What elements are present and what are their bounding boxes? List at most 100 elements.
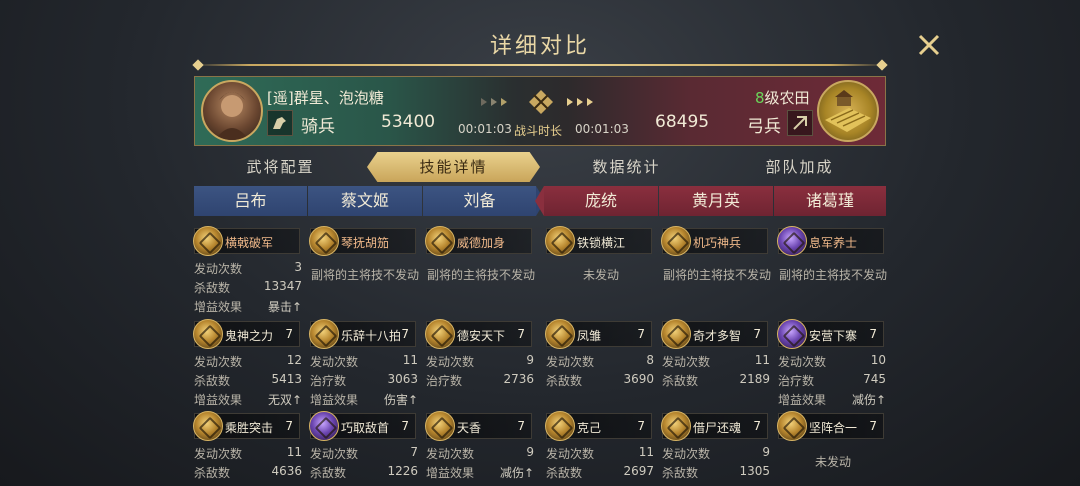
attacker-unit-type: 骑兵 — [301, 117, 335, 137]
tab-unit-bonus[interactable]: 部队加成 — [713, 152, 886, 182]
stat-label: 发动次数 — [310, 355, 359, 369]
skill-icon — [545, 226, 575, 256]
skill-badge[interactable]: 机巧神兵 — [661, 226, 768, 256]
title-divider — [194, 64, 886, 66]
skill-note: 副将的主将技不发动 — [310, 268, 419, 282]
stat-label: 杀敌数 — [194, 466, 231, 480]
stat-row: 发动次数 8 — [546, 353, 654, 370]
stat-value: 减伤↑ — [499, 466, 534, 480]
stat-row: 增益效果 无双↑ — [194, 391, 302, 408]
stat-value: 2697 — [623, 464, 654, 478]
stat-value: 1226 — [387, 464, 418, 478]
stat-value: 2189 — [739, 372, 770, 386]
skill-level: 7 — [753, 419, 761, 433]
skill-level: 7 — [753, 327, 761, 341]
skill-badge[interactable]: 铁锁横江 — [545, 226, 652, 256]
skill-badge[interactable]: 横戟破军 — [193, 226, 300, 256]
skill-name: 机巧神兵 — [693, 236, 742, 250]
skill-name: 铁锁横江 — [577, 236, 626, 250]
stat-label: 治疗数 — [310, 374, 347, 388]
skill-name: 奇才多智 — [693, 329, 742, 343]
stat-label: 杀敌数 — [662, 374, 699, 388]
skill-badge[interactable]: 凤雏 7 — [545, 319, 652, 349]
skill-badge[interactable]: 威德加身 — [425, 226, 532, 256]
skill-level: 7 — [869, 419, 877, 433]
stat-value: 13347 — [263, 279, 302, 293]
skill-name: 威德加身 — [457, 236, 506, 250]
skill-badge[interactable]: 鬼神之力 7 — [193, 319, 300, 349]
tab-skill-details[interactable]: 技能详情 — [367, 152, 540, 182]
skill-badge[interactable]: 坚阵合一 7 — [777, 411, 884, 441]
skill-badge[interactable]: 克己 7 — [545, 411, 652, 441]
stat-value: 11 — [754, 353, 770, 367]
skill-name: 凤雏 — [577, 329, 602, 343]
skill-badge[interactable]: 巧取敌首 7 — [309, 411, 416, 441]
stat-row: 增益效果 伤害↑ — [310, 391, 418, 408]
stat-label: 杀敌数 — [310, 466, 347, 480]
skill-badge[interactable]: 奇才多智 7 — [661, 319, 768, 349]
general-header-caiwenji: 蔡文姬 — [308, 186, 422, 216]
stat-label: 杀敌数 — [194, 374, 231, 388]
skill-badge[interactable]: 借尸还魂 7 — [661, 411, 768, 441]
skill-badge[interactable]: 天香 7 — [425, 411, 532, 441]
stat-label: 治疗数 — [778, 374, 815, 388]
stat-row: 杀敌数 1305 — [662, 464, 770, 481]
archer-icon — [787, 110, 813, 136]
stat-row: 发动次数 11 — [662, 353, 770, 370]
stat-row: 发动次数 9 — [426, 353, 534, 370]
stat-value: 9 — [526, 353, 534, 367]
skill-name: 克己 — [577, 421, 602, 435]
stat-row: 增益效果 暴击↑ — [194, 298, 302, 315]
stat-value: 5413 — [271, 372, 302, 386]
skill-badge[interactable]: 德安天下 7 — [425, 319, 532, 349]
stat-value: 1305 — [739, 464, 770, 478]
versus-icon — [481, 90, 593, 114]
battle-duration-label: 战斗时长 — [514, 124, 563, 138]
skill-level: 7 — [869, 327, 877, 341]
skill-level: 7 — [517, 419, 525, 433]
skill-icon — [661, 411, 691, 441]
skill-level: 7 — [285, 327, 293, 341]
skill-icon — [777, 226, 807, 256]
skill-icon — [425, 411, 455, 441]
close-button[interactable] — [914, 30, 944, 60]
general-header-lvbu: 吕布 — [194, 186, 307, 216]
stat-row: 杀敌数 1226 — [310, 464, 418, 481]
stat-row: 增益效果 减伤↑ — [778, 391, 886, 408]
tab-general-config[interactable]: 武将配置 — [194, 152, 367, 182]
stat-label: 杀敌数 — [546, 466, 583, 480]
stat-row: 杀敌数 4636 — [194, 464, 302, 481]
close-icon — [918, 34, 940, 56]
skill-name: 安营下寨 — [809, 329, 858, 343]
stat-value: 无双↑ — [267, 393, 302, 407]
skill-badge[interactable]: 息军养士 — [777, 226, 884, 256]
attacker-name: [遥]群星、泡泡糖 — [267, 89, 384, 107]
skill-level: 7 — [517, 327, 525, 341]
stat-value: 12 — [286, 353, 302, 367]
skill-badge[interactable]: 乘胜突击 7 — [193, 411, 300, 441]
stat-label: 发动次数 — [662, 447, 711, 461]
skill-badge[interactable]: 安营下寨 7 — [777, 319, 884, 349]
skill-name: 乐辞十八拍 — [341, 329, 402, 343]
stat-value: 3063 — [387, 372, 418, 386]
stat-label: 发动次数 — [546, 355, 595, 369]
defender-level-label: 级农田 — [764, 89, 810, 107]
skill-badge[interactable]: 乐辞十八拍 7 — [309, 319, 416, 349]
cavalry-icon — [267, 110, 293, 136]
skill-icon — [193, 226, 223, 256]
tab-data-stats[interactable]: 数据统计 — [540, 152, 713, 182]
stat-row: 发动次数 11 — [546, 445, 654, 462]
stat-label: 增益效果 — [778, 393, 827, 407]
stat-value: 9 — [526, 445, 534, 459]
skill-name: 琴抚胡笳 — [341, 236, 390, 250]
skill-level: 7 — [401, 327, 409, 341]
stat-value: 7 — [410, 445, 418, 459]
skill-icon — [661, 226, 691, 256]
skill-badge[interactable]: 琴抚胡笳 — [309, 226, 416, 256]
stat-value: 10 — [870, 353, 886, 367]
stat-row: 发动次数 9 — [426, 445, 534, 462]
skill-name: 息军养士 — [809, 236, 858, 250]
tab-bar: 武将配置 技能详情 数据统计 部队加成 — [194, 152, 886, 182]
stat-value: 减伤↑ — [851, 393, 886, 407]
stat-value: 伤害↑ — [383, 393, 418, 407]
